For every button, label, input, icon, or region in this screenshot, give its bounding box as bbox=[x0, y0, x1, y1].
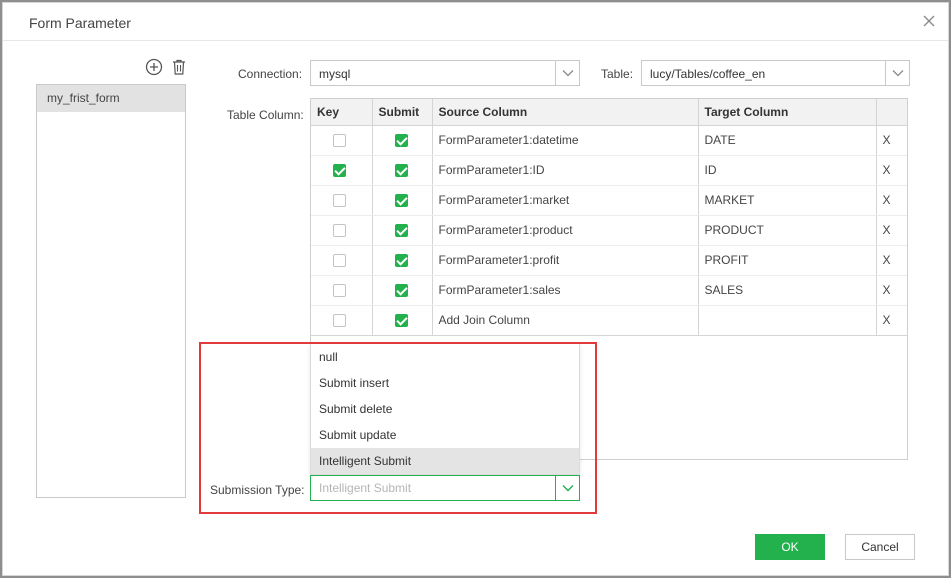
table-row: FormParameter1:profit PROFIT X bbox=[311, 245, 907, 276]
close-icon[interactable] bbox=[922, 14, 936, 28]
table-row: FormParameter1:datetime DATE X bbox=[311, 125, 907, 156]
submit-checkbox[interactable] bbox=[394, 194, 408, 207]
header-target-column: Target Column bbox=[698, 99, 877, 126]
submit-checkbox[interactable] bbox=[394, 224, 408, 237]
remove-row-button[interactable]: X bbox=[876, 275, 907, 306]
submission-type-label: Submission Type: bbox=[210, 483, 305, 497]
key-checkbox[interactable] bbox=[333, 164, 346, 177]
source-column-cell: FormParameter1:profit bbox=[432, 245, 699, 276]
target-column-cell[interactable]: PROFIT bbox=[698, 245, 877, 276]
chevron-down-icon bbox=[562, 485, 574, 492]
form-list: my_frist_form bbox=[36, 84, 186, 498]
key-checkbox[interactable] bbox=[333, 314, 346, 327]
connection-value: mysql bbox=[319, 67, 351, 81]
submit-checkbox[interactable] bbox=[394, 164, 408, 177]
table-column-table: Key Submit Source Column Target Column F… bbox=[311, 99, 907, 336]
header-source-column: Source Column bbox=[432, 99, 699, 126]
submission-option-null[interactable]: null bbox=[311, 344, 579, 370]
target-column-cell[interactable] bbox=[698, 305, 877, 336]
table-row: FormParameter1:sales SALES X bbox=[311, 275, 907, 306]
remove-row-button[interactable]: X bbox=[876, 245, 907, 276]
submission-type-input[interactable] bbox=[312, 477, 552, 499]
submission-type-dropdown-button[interactable] bbox=[555, 476, 579, 500]
table-label: Table: bbox=[601, 67, 634, 81]
submit-checkbox[interactable] bbox=[394, 254, 408, 267]
cancel-button[interactable]: Cancel bbox=[845, 534, 915, 560]
key-checkbox[interactable] bbox=[333, 224, 346, 237]
remove-row-button[interactable]: X bbox=[876, 185, 907, 216]
target-column-cell[interactable]: DATE bbox=[698, 125, 877, 156]
table-row: FormParameter1:product PRODUCT X bbox=[311, 215, 907, 246]
header-submit: Submit bbox=[372, 99, 433, 126]
submission-option-intelligent[interactable]: Intelligent Submit bbox=[311, 448, 579, 474]
ok-button[interactable]: OK bbox=[755, 534, 825, 560]
chevron-down-icon bbox=[892, 70, 904, 77]
source-column-cell: FormParameter1:datetime bbox=[432, 125, 699, 156]
target-column-cell[interactable]: ID bbox=[698, 155, 877, 186]
submit-checkbox[interactable] bbox=[394, 134, 408, 147]
table-header-row: Key Submit Source Column Target Column bbox=[311, 99, 907, 126]
dialog-title-bar: Form Parameter bbox=[3, 3, 948, 41]
submit-checkbox[interactable] bbox=[394, 284, 408, 297]
connection-select[interactable]: mysql bbox=[310, 60, 580, 86]
remove-row-button[interactable]: X bbox=[876, 155, 907, 186]
key-checkbox[interactable] bbox=[333, 254, 346, 267]
submission-type-dropdown: null Submit insert Submit delete Submit … bbox=[310, 343, 580, 475]
key-checkbox[interactable] bbox=[333, 134, 346, 147]
source-column-cell: FormParameter1:ID bbox=[432, 155, 699, 186]
connection-label: Connection: bbox=[238, 67, 303, 81]
remove-row-button[interactable]: X bbox=[876, 215, 907, 246]
submit-checkbox[interactable] bbox=[394, 314, 408, 327]
table-row: FormParameter1:ID ID X bbox=[311, 155, 907, 186]
table-row: Add Join Column X bbox=[311, 305, 907, 336]
header-remove bbox=[876, 99, 907, 126]
remove-row-button[interactable]: X bbox=[876, 305, 907, 336]
submission-option-delete[interactable]: Submit delete bbox=[311, 396, 579, 422]
key-checkbox[interactable] bbox=[333, 194, 346, 207]
delete-form-icon[interactable] bbox=[170, 58, 188, 76]
source-column-cell: FormParameter1:sales bbox=[432, 275, 699, 306]
dialog-title: Form Parameter bbox=[29, 15, 131, 31]
connection-dropdown-button[interactable] bbox=[555, 61, 579, 85]
table-select[interactable]: lucy/Tables/coffee_en bbox=[641, 60, 910, 86]
target-column-cell[interactable]: MARKET bbox=[698, 185, 877, 216]
key-checkbox[interactable] bbox=[333, 284, 346, 297]
table-column-label: Table Column: bbox=[227, 108, 304, 122]
header-key: Key bbox=[311, 99, 373, 126]
table-value: lucy/Tables/coffee_en bbox=[650, 67, 766, 81]
source-column-cell: FormParameter1:market bbox=[432, 185, 699, 216]
table-row: FormParameter1:market MARKET X bbox=[311, 185, 907, 216]
submission-option-update[interactable]: Submit update bbox=[311, 422, 579, 448]
submission-type-select[interactable] bbox=[310, 475, 580, 501]
remove-row-button[interactable]: X bbox=[876, 125, 907, 156]
table-dropdown-button[interactable] bbox=[885, 61, 909, 85]
add-join-column-cell[interactable]: Add Join Column bbox=[432, 305, 699, 336]
target-column-cell[interactable]: SALES bbox=[698, 275, 877, 306]
form-list-item[interactable]: my_frist_form bbox=[37, 85, 185, 112]
source-column-cell: FormParameter1:product bbox=[432, 215, 699, 246]
target-column-cell[interactable]: PRODUCT bbox=[698, 215, 877, 246]
submission-option-insert[interactable]: Submit insert bbox=[311, 370, 579, 396]
chevron-down-icon bbox=[562, 70, 574, 77]
add-form-icon[interactable] bbox=[145, 58, 163, 76]
